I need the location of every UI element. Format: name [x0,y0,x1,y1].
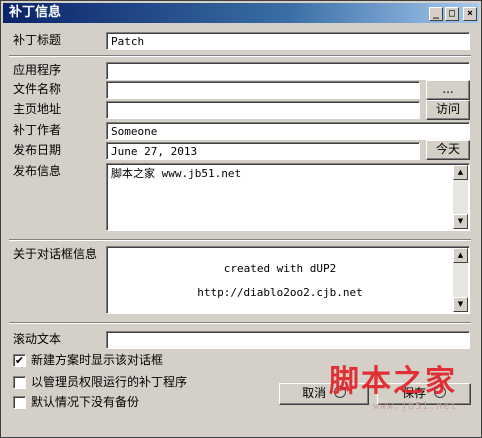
minimize-button[interactable]: _ [429,7,443,21]
run-as-admin-label[interactable]: 以管理员权限运行的补丁程序 [31,374,187,390]
release-info-label: 发布信息 [13,164,62,178]
release-date-label: 发布日期 [13,143,62,157]
scroll-up-icon[interactable]: ▲ [453,248,468,263]
patch-info-dialog: 补丁信息 _ □ × 补丁标题 Patch 应用程序 文件名称 ... 主页地址… [0,0,482,438]
show-dialog-checkbox[interactable]: ✔ [13,354,26,367]
file-name-field[interactable] [106,81,420,99]
patch-title-label: 补丁标题 [13,33,62,47]
show-dialog-label[interactable]: 新建方案时显示该对话框 [31,352,163,368]
homepage-label: 主页地址 [13,102,62,116]
scroll-text-field[interactable] [106,331,470,349]
cancel-label: 取消 [302,386,327,400]
file-name-label: 文件名称 [13,82,62,96]
today-button[interactable]: 今天 [426,140,470,160]
no-backup-checkbox[interactable] [13,396,26,409]
release-date-field[interactable]: June 27, 2013 [106,142,420,160]
about-info-scrollbar[interactable]: ▲ ▼ [453,248,468,312]
scroll-up-icon[interactable]: ▲ [453,165,468,180]
close-button[interactable]: × [463,7,477,21]
about-info-memo[interactable]: created with dUP2 http://diablo2oo2.cjb.… [106,246,470,314]
title-bar[interactable]: 补丁信息 _ □ × [3,3,479,23]
window-title: 补丁信息 [9,5,62,20]
watermark-url: www.jb51.net [373,401,458,412]
no-backup-label[interactable]: 默认情况下没有备份 [31,394,139,410]
separator [9,239,471,241]
homepage-field[interactable] [106,101,420,119]
scroll-down-icon[interactable]: ▼ [453,214,468,229]
about-info-label: 关于对话框信息 [13,247,98,261]
author-label: 补丁作者 [13,123,62,137]
scroll-text-label: 滚动文本 [13,332,62,346]
maximize-button[interactable]: □ [445,7,459,21]
visit-button[interactable]: 访问 [426,100,470,120]
scroll-down-icon[interactable]: ▼ [453,297,468,312]
separator [9,55,471,57]
release-info-memo[interactable]: 脚本之家 www.jb51.net ▲ ▼ [106,163,470,231]
patch-title-field[interactable]: Patch [106,32,470,50]
application-field[interactable] [106,62,470,80]
author-field[interactable]: Someone [106,122,470,140]
about-info-line1: created with dUP2 [223,262,337,275]
release-info-scrollbar[interactable]: ▲ ▼ [453,165,468,229]
run-as-admin-checkbox[interactable] [13,376,26,389]
watermark-logo: 脚本之家 [329,364,457,399]
browse-button[interactable]: ... [426,80,470,100]
about-info-line2: http://diablo2oo2.cjb.net [197,286,363,299]
separator [9,322,471,324]
release-info-text: 脚本之家 www.jb51.net [111,167,242,180]
application-label: 应用程序 [13,63,62,77]
